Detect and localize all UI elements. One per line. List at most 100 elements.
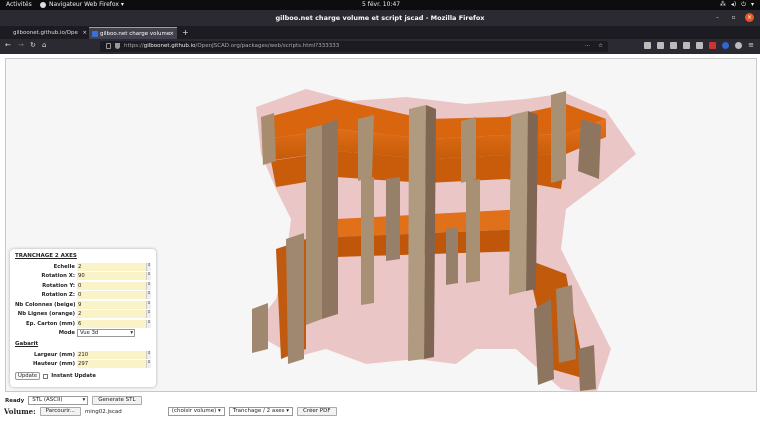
param-label: Mode xyxy=(58,330,75,337)
minimize-button[interactable]: – xyxy=(713,13,722,22)
clock[interactable]: 5 févr. 10:47 xyxy=(362,1,400,8)
close-tab-icon[interactable]: × xyxy=(169,28,174,39)
section-title: TRANCHAGE 2 AXES xyxy=(15,253,77,259)
param-input[interactable]: 90 ⇕ xyxy=(77,272,151,281)
param-label: Largeur (mm) xyxy=(33,351,75,358)
url-prefix: https:// xyxy=(124,43,144,49)
format-select[interactable]: STL (ASCII) ▾ xyxy=(28,396,89,405)
tab-strip: gilboonet.github.io/Ope × gilboo.net cha… xyxy=(0,26,760,39)
lock-icon xyxy=(106,43,111,49)
extension-icon[interactable] xyxy=(683,42,691,49)
favicon-icon xyxy=(92,31,98,37)
spinner-icon[interactable]: ⇕ xyxy=(146,360,151,369)
param-row: Nb Lignes (orange) 2 ⇕ xyxy=(15,310,151,320)
parameters-panel: TRANCHAGE 2 AXES Echelle 2 ⇕ Rotation X: … xyxy=(10,249,156,387)
choose-volume-select[interactable]: (choisir volume) ▾ xyxy=(167,407,225,416)
account-icon[interactable] xyxy=(735,42,743,49)
param-row: Ep. Carton (mm) 6 ⇕ xyxy=(15,319,151,329)
extension-icon[interactable] xyxy=(709,42,717,49)
param-input[interactable]: 210 ⇕ xyxy=(77,350,151,359)
param-label: Rotation Z: xyxy=(41,292,75,299)
spinner-icon[interactable]: ⇕ xyxy=(146,350,151,359)
page-actions-icon[interactable]: ··· xyxy=(585,41,590,52)
spinner-icon[interactable]: ⇕ xyxy=(146,281,151,290)
param-label: Rotation Y: xyxy=(42,282,75,289)
param-row: Mode Vue 3d ▾ xyxy=(15,329,151,339)
url-bar[interactable]: https://gilboonet.github.io/OpenJSCAD.or… xyxy=(100,41,608,52)
url-host: gilboonet.github.io xyxy=(143,43,196,49)
network-icon: ⁂ xyxy=(719,1,726,8)
back-icon[interactable]: ← xyxy=(5,41,11,49)
status-row: Ready STL (ASCII) ▾ Generate STL xyxy=(5,396,142,405)
param-label: Echelle xyxy=(53,263,75,270)
volume-row: Volume: Parcourir... ming02.jscad (chois… xyxy=(4,407,337,416)
generate-stl-button[interactable]: Generate STL xyxy=(92,396,142,405)
chevron-down-icon: ▾ xyxy=(286,408,290,414)
param-label: Hauteur (mm) xyxy=(32,361,75,368)
app-menu-label: Navigateur Web Firefox ▾ xyxy=(49,1,124,8)
create-pdf-button[interactable]: Créer PDF xyxy=(297,407,337,416)
extension-icon[interactable] xyxy=(696,42,704,49)
maximize-button[interactable]: ▫ xyxy=(729,13,738,22)
param-label: Nb Lignes (orange) xyxy=(17,311,75,318)
param-row: Rotation X: 90 ⇕ xyxy=(15,272,151,282)
home-icon[interactable]: ⌂ xyxy=(42,41,46,49)
activities-button[interactable]: Activités xyxy=(6,1,32,8)
update-button[interactable]: Update xyxy=(15,372,41,380)
chevron-down-icon: ▾ xyxy=(130,330,133,337)
bookmark-star-icon[interactable]: ☆ xyxy=(598,41,603,52)
update-row: Update Instant Update xyxy=(15,372,151,380)
library-icon[interactable] xyxy=(644,42,652,49)
spinner-icon[interactable]: ⇕ xyxy=(146,272,151,281)
toolbar-icons: ≡ xyxy=(644,42,754,49)
firefox-icon xyxy=(40,1,46,8)
hamburger-menu-icon[interactable]: ≡ xyxy=(748,42,754,49)
system-top-bar: Activités Navigateur Web Firefox ▾ 5 fév… xyxy=(0,0,760,10)
tab-label: gilboonet.github.io/Ope xyxy=(13,30,78,36)
tab-github[interactable]: gilboonet.github.io/Ope × xyxy=(2,27,90,39)
param-input[interactable]: 2 ⇕ xyxy=(77,262,151,271)
spinner-icon[interactable]: ⇕ xyxy=(146,300,151,309)
param-label: Rotation X: xyxy=(41,273,75,280)
tracking-shield-icon[interactable] xyxy=(115,43,120,49)
chevron-down-icon: ▾ xyxy=(750,1,754,8)
extension-icon[interactable] xyxy=(722,42,730,49)
close-tab-icon[interactable]: × xyxy=(82,27,87,39)
chevron-down-icon: ▾ xyxy=(218,408,221,414)
param-row: Nb Colonnes (beige) 9 ⇕ xyxy=(15,300,151,310)
mode-select[interactable]: Tranchage / 2 axes ▾ xyxy=(228,407,294,416)
app-menu[interactable]: Navigateur Web Firefox ▾ xyxy=(40,1,124,8)
param-input[interactable]: 6 ⇕ xyxy=(77,319,151,328)
param-label: Ep. Carton (mm) xyxy=(25,320,75,327)
spinner-icon[interactable]: ⇕ xyxy=(146,291,151,300)
window-title: gilboo.net charge volume et script jscad… xyxy=(275,14,485,22)
new-tab-button[interactable]: + xyxy=(182,26,189,39)
screenshot-icon[interactable] xyxy=(670,42,678,49)
3d-viewer[interactable]: TRANCHAGE 2 AXES Echelle 2 ⇕ Rotation X: … xyxy=(5,58,757,392)
url-path: /OpenJSCAD.org/packages/web/scripts.html… xyxy=(195,43,340,49)
instant-update-checkbox[interactable] xyxy=(43,373,49,379)
navigation-bar: ← → ↻ ⌂ https://gilboonet.github.io/Open… xyxy=(0,39,760,54)
browse-button[interactable]: Parcourir... xyxy=(39,407,81,416)
volume-icon: ◂) xyxy=(730,1,737,8)
param-input[interactable]: 0 ⇕ xyxy=(77,291,151,300)
sidebar-icon[interactable] xyxy=(657,42,665,49)
instant-update-label: Instant Update xyxy=(51,373,96,379)
spinner-icon[interactable]: ⇕ xyxy=(146,262,151,271)
reload-icon[interactable]: ↻ xyxy=(30,41,36,49)
file-name: ming02.jscad xyxy=(84,408,122,415)
param-row: Hauteur (mm) 297 ⇕ xyxy=(15,360,151,370)
param-label: Nb Colonnes (beige) xyxy=(15,301,76,308)
param-input[interactable]: 9 ⇕ xyxy=(77,300,151,309)
param-input[interactable]: 2 ⇕ xyxy=(77,310,151,319)
param-input[interactable]: 297 ⇕ xyxy=(77,360,151,369)
spinner-icon[interactable]: ⇕ xyxy=(146,310,151,319)
param-input[interactable]: 0 ⇕ xyxy=(77,281,151,290)
mode-select[interactable]: Vue 3d ▾ xyxy=(77,329,135,338)
forward-icon[interactable]: → xyxy=(18,41,24,49)
tab-label: gilboo.net charge volume xyxy=(100,31,171,37)
tab-active[interactable]: gilboo.net charge volume × xyxy=(89,27,177,39)
spinner-icon[interactable]: ⇕ xyxy=(146,319,151,328)
system-tray[interactable]: ⁂ ◂) ⏻ ▾ xyxy=(720,1,754,9)
close-window-button[interactable]: × xyxy=(745,13,754,22)
